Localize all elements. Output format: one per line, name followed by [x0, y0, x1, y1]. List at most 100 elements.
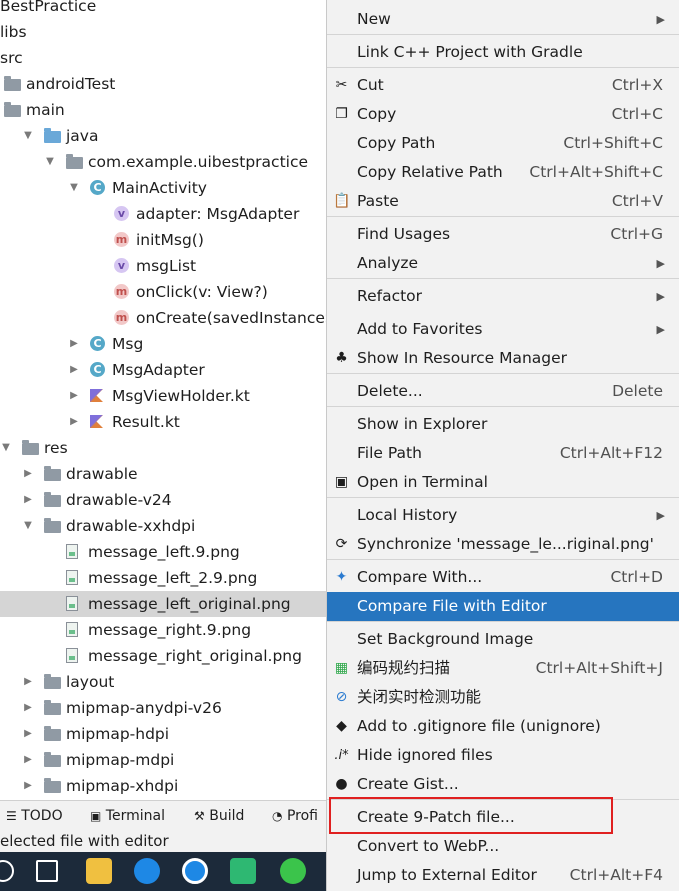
- menu-item[interactable]: Refactor ▶: [327, 282, 679, 311]
- tree-item[interactable]: ▶ MsgViewHolder.kt: [0, 383, 326, 409]
- chevron-right-icon[interactable]: ▶: [22, 461, 34, 487]
- terminal-label: Terminal: [105, 808, 165, 824]
- menu-item[interactable]: ▣ Open in Terminal: [327, 468, 679, 497]
- chevron-right-icon[interactable]: ▶: [22, 487, 34, 513]
- menu-item[interactable]: 📋 Paste Ctrl+V: [327, 187, 679, 216]
- menu-item[interactable]: Show in Explorer: [327, 410, 679, 439]
- tree-item[interactable]: ▶ mipmap-anydpi-v26: [0, 695, 326, 721]
- chevron-right-icon[interactable]: ▶: [22, 747, 34, 773]
- edge-icon[interactable]: [134, 858, 160, 884]
- menu-item[interactable]: Convert to WebP...: [327, 832, 679, 861]
- menu-item[interactable]: ◆ Add to .gitignore file (unignore): [327, 712, 679, 741]
- tree-item[interactable]: libs: [0, 19, 326, 45]
- chevron-down-icon[interactable]: ▼: [0, 435, 12, 461]
- menu-item[interactable]: ⟳ Synchronize 'message_le...riginal.png': [327, 530, 679, 559]
- tree-item[interactable]: ▶ mipmap-mdpi: [0, 747, 326, 773]
- terminal-tab[interactable]: ▣ Terminal: [90, 808, 165, 824]
- menu-item[interactable]: Link C++ Project with Gradle: [327, 38, 679, 67]
- tree-item[interactable]: v adapter: MsgAdapter: [0, 201, 326, 227]
- tree-item[interactable]: ▶ Result.kt: [0, 409, 326, 435]
- menu-item[interactable]: Delete... Delete: [327, 377, 679, 406]
- tree-item[interactable]: ▼ com.example.uibestpractice: [0, 149, 326, 175]
- menu-item[interactable]: ✂ Cut Ctrl+X: [327, 71, 679, 100]
- menu-item[interactable]: Local History ▶: [327, 501, 679, 530]
- menu-item[interactable]: Set Background Image: [327, 625, 679, 654]
- menu-item[interactable]: Copy Path Ctrl+Shift+C: [327, 129, 679, 158]
- tree-item[interactable]: message_left_original.png: [0, 591, 326, 617]
- highlight-box: [329, 797, 613, 834]
- tree-item[interactable]: ▼ C MainActivity: [0, 175, 326, 201]
- tree-item[interactable]: v msgList: [0, 253, 326, 279]
- tree-item[interactable]: ▶ C MsgAdapter: [0, 357, 326, 383]
- menu-item[interactable]: New ▶: [327, 5, 679, 34]
- menu-item[interactable]: Jump to External Editor Ctrl+Alt+F4: [327, 861, 679, 890]
- chevron-right-icon[interactable]: ▶: [68, 331, 80, 357]
- chevron-right-icon[interactable]: ▶: [68, 409, 80, 435]
- chevron-right-icon[interactable]: ▶: [22, 773, 34, 799]
- wechat-icon[interactable]: [280, 858, 306, 884]
- menu-item[interactable]: ● Create Gist...: [327, 770, 679, 799]
- menu-item[interactable]: ⊘ 关闭实时检测功能: [327, 683, 679, 712]
- menu-item[interactable]: Analyze ▶: [327, 249, 679, 278]
- menu-item[interactable]: Copy Relative Path Ctrl+Alt+Shift+C: [327, 158, 679, 187]
- menu-separator: [327, 559, 679, 560]
- menu-item[interactable]: Compare File with Editor: [327, 592, 679, 621]
- tree-item[interactable]: m initMsg(): [0, 227, 326, 253]
- tree-item-label: MsgAdapter: [112, 361, 205, 379]
- menu-item[interactable]: ▦ 编码规约扫描 Ctrl+Alt+Shift+J: [327, 654, 679, 683]
- tree-item[interactable]: main: [0, 97, 326, 123]
- tree-item[interactable]: ▶ drawable: [0, 461, 326, 487]
- tree-item[interactable]: message_right.9.png: [0, 617, 326, 643]
- tree-item[interactable]: message_left.9.png: [0, 539, 326, 565]
- tree-item-label: src: [0, 49, 23, 67]
- build-tab[interactable]: ⚒ Build: [194, 808, 244, 824]
- menu-item[interactable]: ♣ Show In Resource Manager: [327, 344, 679, 373]
- tree-item[interactable]: src: [0, 45, 326, 71]
- chevron-right-icon[interactable]: ▶: [68, 383, 80, 409]
- tree-item-label: msgList: [136, 257, 197, 275]
- tree-item[interactable]: ▼ java: [0, 123, 326, 149]
- tree-item[interactable]: ▼ drawable-xxhdpi: [0, 513, 326, 539]
- menu-item[interactable]: ❐ Copy Ctrl+C: [327, 100, 679, 129]
- tree-item-label: mipmap-xhdpi: [66, 777, 179, 795]
- menu-item-label: Copy Relative Path: [357, 163, 503, 181]
- tree-item[interactable]: ▼ res: [0, 435, 326, 461]
- sogou-icon[interactable]: [182, 858, 208, 884]
- chevron-right-icon[interactable]: ▶: [68, 357, 80, 383]
- chevron-down-icon[interactable]: ▼: [68, 175, 80, 201]
- tree-item[interactable]: m onClick(v: View?): [0, 279, 326, 305]
- tree-item[interactable]: m onCreate(savedInstanceState: [0, 305, 326, 331]
- todo-tab[interactable]: ☰ TODO: [6, 808, 63, 824]
- chevron-right-icon[interactable]: ▶: [22, 721, 34, 747]
- profiler-tab[interactable]: ◔ Profi: [272, 808, 318, 824]
- menu-item[interactable]: Add to Favorites ▶: [327, 315, 679, 344]
- tree-item[interactable]: BestPractice: [0, 0, 326, 19]
- tree-item[interactable]: ▶ mipmap-hdpi: [0, 721, 326, 747]
- tree-item-label: libs: [0, 23, 27, 41]
- chevron-down-icon[interactable]: ▼: [22, 123, 34, 149]
- menu-item[interactable]: Find Usages Ctrl+G: [327, 220, 679, 249]
- tree-item[interactable]: message_left_2.9.png: [0, 565, 326, 591]
- android-studio-icon[interactable]: [230, 858, 256, 884]
- chevron-right-icon[interactable]: ▶: [22, 695, 34, 721]
- menu-item[interactable]: ✦ Compare With... Ctrl+D: [327, 563, 679, 592]
- menu-item[interactable]: .i* Hide ignored files: [327, 741, 679, 770]
- tree-item[interactable]: message_right_original.png: [0, 643, 326, 669]
- menu-separator: [327, 34, 679, 35]
- menu-item[interactable]: File Path Ctrl+Alt+F12: [327, 439, 679, 468]
- tree-item[interactable]: ▶ C Msg: [0, 331, 326, 357]
- status-text: elected file with editor: [0, 832, 169, 850]
- chevron-right-icon[interactable]: ▶: [22, 669, 34, 695]
- menu-item-label: Link C++ Project with Gradle: [357, 43, 583, 61]
- tree-item-label: adapter: MsgAdapter: [136, 205, 300, 223]
- tree-item[interactable]: ▶ drawable-v24: [0, 487, 326, 513]
- task-view-icon[interactable]: [36, 860, 58, 882]
- chevron-down-icon[interactable]: ▼: [22, 513, 34, 539]
- search-circle-icon[interactable]: [0, 860, 14, 882]
- tree-item[interactable]: androidTest: [0, 71, 326, 97]
- file-explorer-icon[interactable]: [86, 858, 112, 884]
- tree-item[interactable]: ▶ layout: [0, 669, 326, 695]
- menu-item-label: Add to Favorites: [357, 320, 483, 338]
- chevron-down-icon[interactable]: ▼: [44, 149, 56, 175]
- tree-item[interactable]: ▶ mipmap-xhdpi: [0, 773, 326, 799]
